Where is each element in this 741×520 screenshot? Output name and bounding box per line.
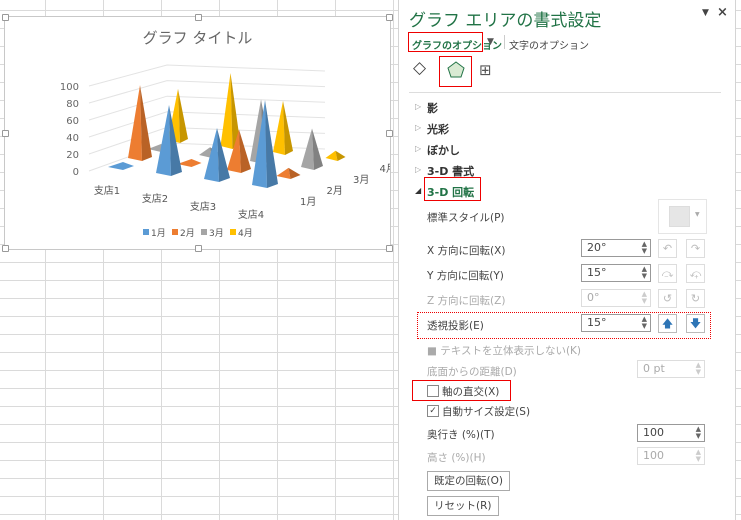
pyramid-side xyxy=(140,85,152,161)
rotate-up-icon[interactable]: ⤼ xyxy=(658,264,677,283)
resize-handle[interactable] xyxy=(2,130,9,137)
chart-area[interactable]: グラフ タイトル 0 20 40 60 80 100 支店1 支店2 支店3 支店4 1月 2月 3月 4… xyxy=(2,14,393,252)
section-glow[interactable]: 光彩 xyxy=(427,121,449,137)
y-tick-label: 40 xyxy=(66,133,79,144)
reset-button[interactable]: リセット(R) xyxy=(427,496,499,516)
category-label: 支店1 xyxy=(94,184,120,197)
chevron-down-icon[interactable]: ▼ xyxy=(487,37,494,47)
legend-label: 2月 xyxy=(180,228,195,239)
category-label: 支店3 xyxy=(190,200,216,213)
pyramid-2月-支店1 xyxy=(128,85,142,161)
rotate-ccw-icon: ↺ xyxy=(658,289,677,308)
y-tick-label: 60 xyxy=(66,116,79,127)
y-tick-label: 20 xyxy=(66,150,79,161)
keep-text-flat-checkbox: ■ テキストを立体表示しない(K) xyxy=(427,345,582,357)
section-soft-edges[interactable]: ぼかし xyxy=(427,142,460,158)
y-rotation-input[interactable]: 15° ▲ ▼ xyxy=(581,264,651,282)
depth-label: 奥行き (%)(T) xyxy=(427,429,495,441)
y-tick-label: 0 xyxy=(73,167,79,178)
size-properties-icon[interactable]: ⊞ xyxy=(479,61,492,79)
resize-handle[interactable] xyxy=(195,245,202,252)
gridline xyxy=(88,64,326,87)
right-angle-axes-checkbox[interactable] xyxy=(427,385,439,397)
y-tick-label: 100 xyxy=(60,82,79,93)
rotate-down-icon[interactable]: ⤽ xyxy=(686,264,705,283)
default-rotation-button[interactable]: 既定の回転(O) xyxy=(427,471,510,491)
pyramid-side xyxy=(288,167,301,179)
category-label: 支店2 xyxy=(142,192,168,205)
keep-text-flat-label: テキストを立体表示しない(K) xyxy=(440,345,582,357)
right-angle-axes-label: 軸の直交(X) xyxy=(442,386,500,398)
depth-axis-label: 4月 xyxy=(380,163,391,175)
resize-handle[interactable] xyxy=(386,130,393,137)
plot-area: 0 20 40 60 80 100 支店1 支店2 支店3 支店4 1月 2月 3月 4月 1月 2月 3月 4月 xyxy=(60,64,391,239)
distance-label: 底面からの距離(D) xyxy=(427,366,517,378)
height-label: 高さ (%)(H) xyxy=(427,452,486,464)
gridline xyxy=(88,80,326,104)
category-label: 支店4 xyxy=(238,208,264,221)
depth-axis-label: 1月 xyxy=(300,196,316,208)
perspective-label: 透視投影(E) xyxy=(427,320,484,332)
legend-swatch xyxy=(172,229,178,235)
pyramid-2月-支店2 xyxy=(177,159,202,167)
legend-swatch xyxy=(201,229,207,235)
pyramid-4月-支店4 xyxy=(325,150,338,161)
pane-title: グラフ エリアの書式設定 xyxy=(409,11,602,31)
autoscale-checkbox[interactable]: ✓ xyxy=(427,405,439,417)
section-shadow[interactable]: 影 xyxy=(427,100,438,116)
x-rotation-label: X 方向に回転(X) xyxy=(427,245,506,257)
legend-label: 4月 xyxy=(238,228,253,239)
resize-handle[interactable] xyxy=(2,14,9,21)
z-rotation-input: 0° ▲ ▼ xyxy=(581,289,651,307)
pyramid-4月-支店2 xyxy=(220,73,233,149)
resize-handle[interactable] xyxy=(386,14,393,21)
y-tick-label: 80 xyxy=(66,99,79,110)
resize-handle[interactable] xyxy=(195,14,202,21)
perspective-input[interactable]: 15° ▲ ▼ xyxy=(581,314,651,332)
preset-label: 標準スタイル(P) xyxy=(427,212,505,224)
resize-handle[interactable] xyxy=(2,245,9,252)
format-chart-area-pane: グラフ エリアの書式設定 ▼ × グラフのオプション ▼ 文字のオプション ◇ … xyxy=(398,0,736,520)
pyramid-4月-支店3 xyxy=(273,100,285,155)
close-icon[interactable]: × xyxy=(717,5,728,20)
y-rotation-label: Y 方向に回転(Y) xyxy=(427,270,504,282)
x-rotation-input[interactable]: 20° ▲ ▼ xyxy=(581,239,651,257)
pane-options-icon[interactable]: ▼ xyxy=(702,8,709,18)
legend-swatch xyxy=(230,229,236,235)
widen-field-icon[interactable]: 🡇 xyxy=(686,314,705,333)
depth-input[interactable]: 100 ▲ ▼ xyxy=(637,424,705,442)
fill-line-icon[interactable]: ◇ xyxy=(413,58,426,78)
legend-swatch xyxy=(143,229,149,235)
z-rotation-label: Z 方向に回転(Z) xyxy=(427,295,506,307)
pyramid-1月-支店2 xyxy=(156,105,171,176)
legend-label: 1月 xyxy=(151,228,166,239)
autoscale-label: 自動サイズ設定(S) xyxy=(442,406,531,418)
pyramid-side xyxy=(239,129,251,173)
tab-text-options[interactable]: 文字のオプション xyxy=(509,37,589,52)
rotate-left-icon[interactable]: ↶ xyxy=(658,239,677,258)
pyramid-2月-支店4 xyxy=(276,167,291,179)
gridline xyxy=(88,111,326,138)
distance-input: 0 pt ▲ ▼ xyxy=(637,360,705,378)
narrow-field-icon[interactable]: 🡅 xyxy=(658,314,677,333)
depth-axis-label: 3月 xyxy=(353,174,369,186)
height-input: 100 ▲ ▼ xyxy=(637,447,705,465)
preset-dropdown[interactable]: ▼ xyxy=(658,199,707,234)
rotate-cw-icon: ↻ xyxy=(686,289,705,308)
pyramid-3月-支店4 xyxy=(301,128,314,170)
legend-label: 3月 xyxy=(209,228,224,239)
depth-axis-label: 2月 xyxy=(327,185,343,197)
resize-handle[interactable] xyxy=(386,245,393,252)
rotate-right-icon[interactable]: ↷ xyxy=(686,239,705,258)
